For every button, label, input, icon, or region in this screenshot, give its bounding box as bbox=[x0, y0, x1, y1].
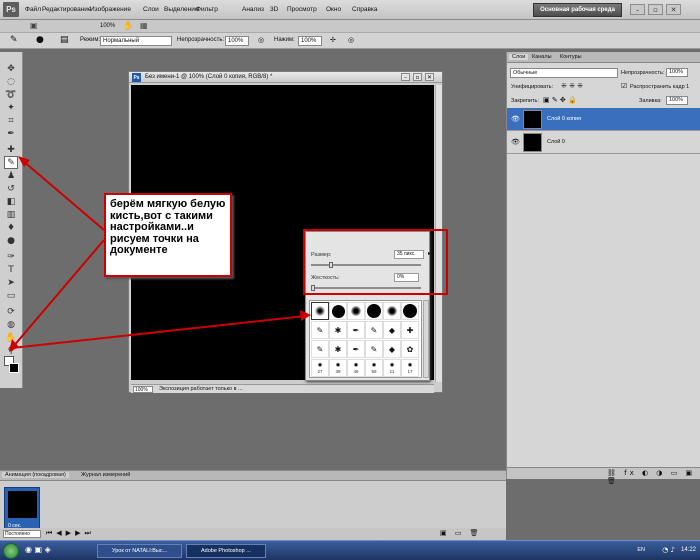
layer-row[interactable]: 👁 Слой 0 bbox=[507, 131, 700, 154]
propagate-label: Распространить кадр 1 bbox=[630, 84, 690, 90]
layers-panel: Слои Каналы Контуры Обычные Непрозрачнос… bbox=[506, 52, 700, 485]
layer-opacity-label: Непрозрачность: bbox=[621, 70, 665, 76]
visibility-eye-icon[interactable]: 👁 bbox=[511, 138, 520, 146]
arrow-to-brush-presets bbox=[11, 315, 306, 349]
fill-input[interactable]: 100% bbox=[666, 96, 688, 105]
start-button[interactable] bbox=[3, 543, 19, 559]
blend-mode-select[interactable]: Обычные bbox=[510, 68, 618, 78]
animation-controls: Постоянно ⏮◀▶▶⏭ ▣ ▭ 🗑 bbox=[0, 528, 506, 540]
frame-action-icons[interactable]: ▣ ▭ 🗑 bbox=[440, 529, 482, 537]
animation-panel-tabs: Анимация (покадровая) Журнал измерений bbox=[0, 471, 506, 481]
layers-panel-footer: ⛓ fx ◐ ◑ ▭ ▣ 🗑 bbox=[507, 467, 700, 485]
taskbar-opera-task[interactable]: Урок от NATALI:Выс... bbox=[97, 544, 182, 558]
taskbar-photoshop-task[interactable]: Adobe Photoshop ... bbox=[186, 544, 266, 558]
frame-thumbnail bbox=[8, 491, 37, 518]
layers-panel-tabs: Слои Каналы Контуры bbox=[507, 52, 700, 63]
layer-action-icons[interactable]: ⛓ fx ◐ ◑ ▭ ▣ 🗑 bbox=[607, 469, 700, 485]
arrow-to-brush-tool bbox=[21, 159, 105, 231]
loop-select[interactable]: Постоянно bbox=[3, 530, 41, 538]
tab-animation[interactable]: Анимация (покадровая) bbox=[2, 472, 69, 478]
layer-thumbnail bbox=[523, 133, 542, 152]
fill-label: Заливка: bbox=[639, 98, 662, 104]
layer-thumbnail bbox=[523, 110, 542, 129]
tab-measurement-log[interactable]: Журнал измерений bbox=[78, 472, 133, 478]
windows-taskbar: ◉ ▣ ◈ Урок от NATALI:Выс... Adobe Photos… bbox=[0, 540, 700, 560]
clock[interactable]: 14:22 bbox=[681, 547, 696, 553]
layer-name: Слой 0 копия bbox=[547, 116, 582, 122]
layer-row-selected[interactable]: 👁 Слой 0 копия bbox=[507, 108, 700, 131]
visibility-eye-icon[interactable]: 👁 bbox=[511, 115, 520, 123]
animation-panel: Анимация (покадровая) Журнал измерений 0… bbox=[0, 470, 506, 540]
playback-icons[interactable]: ⏮◀▶▶⏭ bbox=[46, 529, 95, 538]
tab-layers[interactable]: Слои bbox=[509, 54, 529, 60]
arrowhead-brush-presets bbox=[300, 310, 311, 321]
lock-icons[interactable]: ▣ ✎ ✥ 🔒 bbox=[543, 96, 577, 104]
arrow-to-color-swatches bbox=[11, 239, 105, 349]
tab-paths[interactable]: Контуры bbox=[557, 54, 585, 60]
language-indicator[interactable]: EN bbox=[637, 547, 645, 553]
lock-label: Закрепить: bbox=[511, 98, 539, 104]
tab-channels[interactable]: Каналы bbox=[529, 54, 555, 60]
unify-label: Унифицировать: bbox=[511, 84, 554, 90]
unify-icons[interactable]: ⁜ ⁜ ⁜ bbox=[561, 82, 583, 90]
layer-opacity-input[interactable]: 100% bbox=[666, 68, 688, 77]
quick-launch-icons[interactable]: ◉ ▣ ◈ bbox=[25, 545, 51, 554]
propagate-checkbox[interactable]: ☑ bbox=[621, 82, 627, 90]
animation-frame[interactable]: 0 сек. bbox=[4, 487, 40, 532]
layer-name: Слой 0 bbox=[547, 139, 565, 145]
tray-icons[interactable]: ◔ ♪ bbox=[662, 546, 675, 554]
